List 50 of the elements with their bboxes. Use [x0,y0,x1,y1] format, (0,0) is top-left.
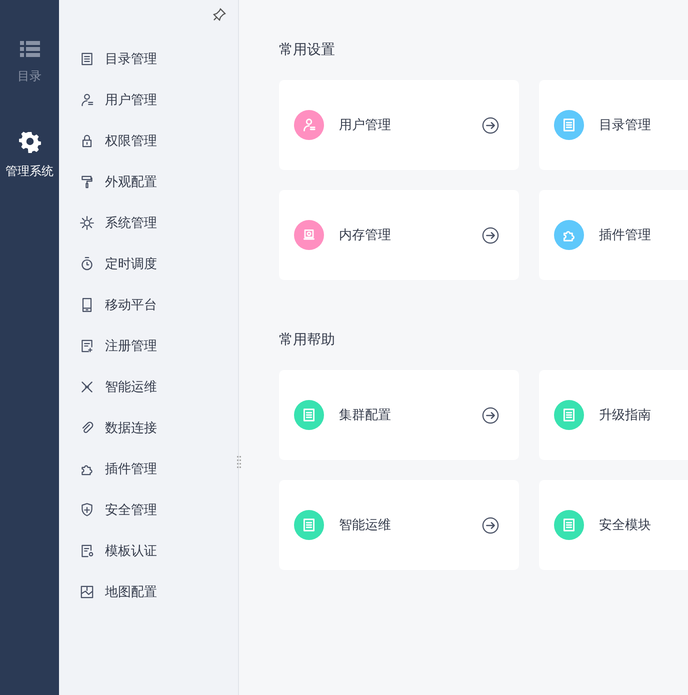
shield-icon [79,502,95,518]
menu-item[interactable]: 注册管理 [59,325,238,366]
shortcut-card[interactable]: 内存管理 [279,190,519,280]
resize-handle-icon[interactable] [237,456,241,468]
card-label: 智能运维 [339,517,392,534]
section-title: 常用设置 [279,41,336,60]
card-label: 安全模块 [599,517,652,534]
form-icon [79,338,95,354]
timer-icon [79,256,95,272]
card-label: 内存管理 [339,227,392,244]
card-label: 升级指南 [599,407,652,424]
list-icon [20,40,40,58]
menu-item[interactable]: 权限管理 [59,120,238,161]
rail-item[interactable]: 管理系统 [0,131,59,180]
arrow-circle-icon[interactable] [482,116,499,134]
list-icon [79,50,95,66]
menu-item[interactable]: 定时调度 [59,243,238,284]
arrow-circle-icon[interactable] [482,226,499,244]
menu-item[interactable]: 系统管理 [59,202,238,243]
menu-item[interactable]: 移动平台 [59,284,238,325]
menu-item[interactable]: 安全管理 [59,489,238,530]
menu-item[interactable]: 地图配置 [59,571,238,612]
pin-icon[interactable] [213,8,226,21]
card-label: 用户管理 [339,117,392,134]
section-title: 常用帮助 [279,331,336,350]
rail-item[interactable]: 目录 [0,40,59,85]
menu-item[interactable]: 目录管理 [59,38,238,79]
shortcut-card[interactable]: 安全模块 [539,480,688,570]
shortcut-card[interactable]: 插件管理 [539,190,688,280]
shortcut-card[interactable]: 升级指南 [539,370,688,460]
card-label: 插件管理 [599,227,652,244]
menu-item[interactable]: 智能运维 [59,366,238,407]
map-icon [79,584,95,600]
menu-item[interactable]: 数据连接 [59,407,238,448]
user-icon [79,92,95,108]
doc-icon [79,542,95,558]
card-label: 集群配置 [339,407,392,424]
shortcut-card[interactable]: 智能运维 [279,480,519,570]
menu-item[interactable]: 插件管理 [59,448,238,489]
shortcut-card[interactable]: 目录管理 [539,80,688,170]
menu-item[interactable]: 模板认证 [59,530,238,571]
arrow-circle-icon[interactable] [482,406,499,424]
shortcut-card[interactable]: 集群配置 [279,370,519,460]
arrow-circle-icon[interactable] [482,516,499,534]
shortcut-card[interactable]: 用户管理 [279,80,519,170]
roller-icon [79,174,95,190]
card-label: 目录管理 [599,117,652,134]
menu-item[interactable]: 用户管理 [59,79,238,120]
settings-icon [18,131,40,153]
menu-item[interactable]: 外观配置 [59,161,238,202]
